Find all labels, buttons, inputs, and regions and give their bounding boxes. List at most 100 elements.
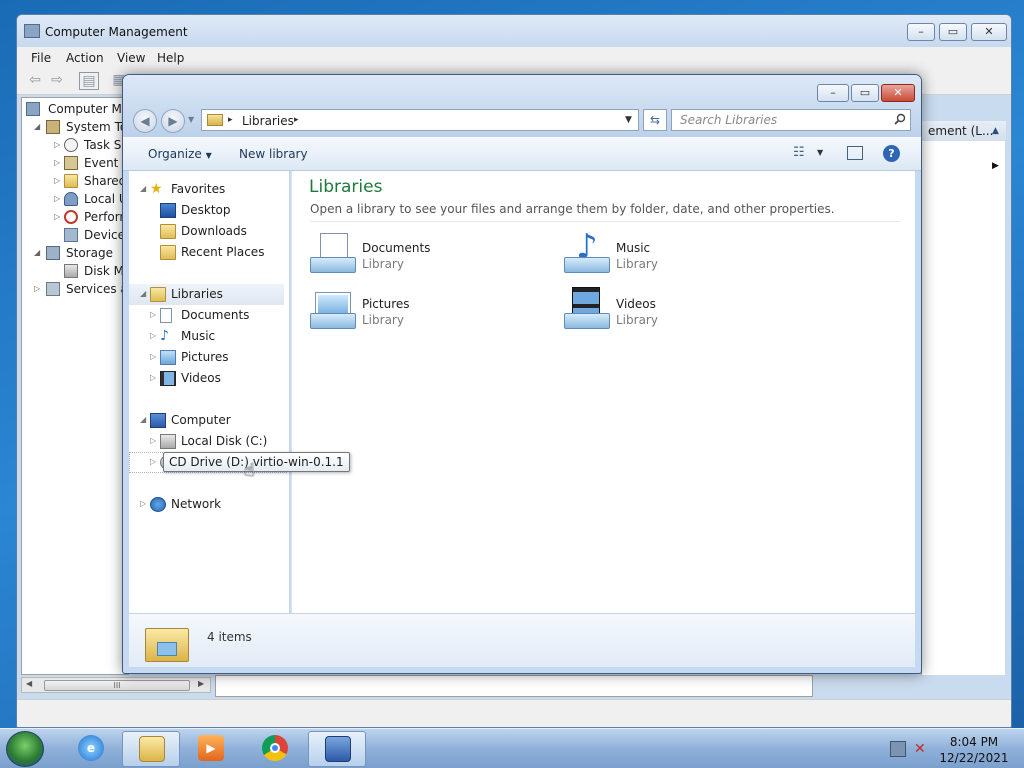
expand-triangle-icon[interactable]: ▷ — [34, 284, 44, 293]
show-hide-tree-icon[interactable]: ▤ — [79, 72, 99, 90]
menu-view[interactable]: View — [117, 51, 145, 65]
pictures-icon — [160, 350, 176, 365]
more-actions-arrow-icon[interactable]: ▶ — [992, 161, 999, 171]
view-options-dropdown-icon[interactable]: ▼ — [817, 148, 823, 157]
nav-computer[interactable]: ◢ Computer — [129, 410, 287, 431]
menu-help[interactable]: Help — [157, 51, 184, 65]
expand-triangle-icon[interactable]: ▷ — [54, 212, 64, 221]
cm-maximize-button[interactable]: ▭ — [939, 23, 967, 41]
collapse-triangle-icon[interactable]: ◢ — [140, 415, 146, 424]
taskbar-internet-explorer[interactable]: e — [62, 731, 120, 767]
address-dropdown-icon[interactable]: ▼ — [625, 115, 632, 125]
expand-triangle-icon[interactable]: ▷ — [54, 194, 64, 203]
navigation-pane: ◢ ★ Favorites Desktop Downloads Recent P… — [129, 171, 289, 613]
clock-time[interactable]: 8:04 PM — [936, 735, 1012, 749]
expand-triangle-icon[interactable]: ▷ — [150, 373, 156, 382]
collapse-triangle-icon[interactable]: ◢ — [140, 289, 146, 298]
nav-network[interactable]: ▷ Network — [129, 494, 287, 515]
volume-muted-icon[interactable]: ✕ — [914, 741, 930, 757]
collapse-triangle-icon[interactable]: ◢ — [34, 248, 44, 257]
forward-arrow-icon[interactable]: ⇨ — [47, 72, 67, 90]
nav-recent-places[interactable]: Recent Places — [129, 242, 287, 263]
organize-button[interactable]: Organize ▼ — [148, 147, 212, 161]
breadcrumb-chevron-icon[interactable]: ▸ — [294, 115, 299, 125]
nav-local-disk-c[interactable]: ▷ Local Disk (C:) — [129, 431, 287, 452]
actions-header[interactable]: ement (L... ▲ — [922, 121, 1006, 141]
nav-downloads[interactable]: Downloads — [129, 221, 287, 242]
videos-icon — [160, 371, 176, 386]
library-music[interactable]: ♪ Music Library — [562, 229, 792, 281]
refresh-button[interactable]: ⇆ — [643, 109, 667, 131]
tree-item-disk-management[interactable]: Disk M — [22, 262, 128, 280]
tree-item-computer-management[interactable]: Computer Ma — [22, 100, 129, 118]
tree-item-device-manager[interactable]: Device — [22, 226, 128, 244]
expand-triangle-icon[interactable]: ▷ — [150, 352, 156, 361]
scrollbar-thumb[interactable]: III — [44, 680, 190, 691]
nav-desktop[interactable]: Desktop — [129, 200, 287, 221]
tree-item-shared-folders[interactable]: ▷ Shared — [22, 172, 128, 190]
maximize-icon: ▭ — [859, 86, 871, 99]
nav-favorites[interactable]: ◢ ★ Favorites — [129, 179, 287, 200]
expand-triangle-icon[interactable]: ▷ — [140, 499, 146, 508]
new-library-button[interactable]: New library — [239, 147, 308, 161]
nav-videos[interactable]: ▷ Videos — [129, 368, 287, 389]
tree-item-storage[interactable]: ◢ Storage — [22, 244, 128, 262]
nav-libraries[interactable]: ◢ Libraries — [129, 284, 284, 305]
start-button[interactable] — [6, 731, 44, 767]
tree-item-services-and-applications[interactable]: ▷ Services an — [22, 280, 135, 298]
cm-horizontal-scrollbar[interactable]: ◀ III ▶ — [21, 677, 211, 693]
preview-pane-icon[interactable] — [847, 146, 863, 160]
breadcrumb-chevron-icon[interactable]: ▸ — [228, 115, 233, 125]
library-videos[interactable]: Videos Library — [562, 287, 792, 337]
clock-icon — [64, 138, 78, 152]
lib-maximize-button[interactable]: ▭ — [851, 84, 879, 102]
expand-triangle-icon[interactable]: ▷ — [150, 331, 156, 340]
documents-icon — [160, 308, 172, 323]
tree-item-local-users[interactable]: ▷ Local U — [22, 190, 128, 208]
libraries-titlebar[interactable]: – ▭ ✕ ◀ ▶ ▼ ▸ Libraries ▸ ▼ ⇆ Search Lib… — [123, 75, 921, 137]
collapse-up-icon[interactable]: ▲ — [992, 121, 999, 141]
network-status-icon[interactable] — [890, 741, 906, 757]
nav-music[interactable]: ▷ ♪ Music — [129, 326, 287, 347]
nav-pictures[interactable]: ▷ Pictures — [129, 347, 287, 368]
expand-triangle-icon[interactable]: ▷ — [150, 457, 156, 466]
address-bar[interactable]: ▸ Libraries ▸ ▼ — [201, 109, 639, 131]
back-button[interactable]: ◀ — [133, 109, 157, 133]
search-input[interactable]: Search Libraries — [671, 109, 911, 131]
tree-item-system-tools[interactable]: ◢ System To — [22, 118, 128, 136]
library-documents[interactable]: Documents Library — [308, 231, 538, 281]
breadcrumb-libraries[interactable]: Libraries — [242, 114, 294, 128]
clock-date[interactable]: 12/22/2021 — [936, 751, 1012, 765]
expand-triangle-icon[interactable]: ▷ — [54, 158, 64, 167]
library-pictures[interactable]: Pictures Library — [308, 287, 538, 337]
tree-item-event-viewer[interactable]: ▷ Event V — [22, 154, 130, 172]
expand-triangle-icon[interactable]: ▷ — [54, 140, 64, 149]
search-icon[interactable] — [894, 113, 906, 125]
collapse-triangle-icon[interactable]: ◢ — [34, 122, 44, 131]
scroll-right-icon[interactable]: ▶ — [198, 679, 204, 688]
taskbar-media-player[interactable]: ▶ — [182, 731, 240, 767]
tree-item-task-scheduler[interactable]: ▷ Task Sc — [22, 136, 128, 154]
menu-file[interactable]: File — [31, 51, 51, 65]
help-icon[interactable]: ? — [883, 145, 900, 162]
expand-triangle-icon[interactable]: ▷ — [54, 176, 64, 185]
cm-minimize-button[interactable]: – — [907, 23, 935, 41]
taskbar-windows-explorer[interactable] — [122, 731, 180, 767]
back-arrow-icon[interactable]: ⇦ — [25, 72, 45, 90]
taskbar-computer-management[interactable] — [308, 731, 366, 767]
nav-documents[interactable]: ▷ Documents — [129, 305, 287, 326]
lib-minimize-button[interactable]: – — [817, 84, 849, 102]
collapse-triangle-icon[interactable]: ◢ — [140, 184, 146, 193]
lib-close-button[interactable]: ✕ — [881, 84, 915, 102]
tree-item-performance[interactable]: ▷ Perforn — [22, 208, 128, 226]
cm-close-button[interactable]: ✕ — [971, 23, 1007, 41]
cm-titlebar[interactable]: Computer Management – ▭ ✕ — [17, 15, 1011, 47]
scroll-left-icon[interactable]: ◀ — [26, 679, 32, 688]
taskbar-chrome[interactable] — [246, 731, 304, 767]
forward-button[interactable]: ▶ — [161, 109, 185, 133]
expand-triangle-icon[interactable]: ▷ — [150, 310, 156, 319]
expand-triangle-icon[interactable]: ▷ — [150, 436, 156, 445]
menu-action[interactable]: Action — [66, 51, 104, 65]
recent-pages-dropdown-icon[interactable]: ▼ — [188, 115, 194, 124]
change-view-icon[interactable]: ☷ — [793, 145, 805, 160]
